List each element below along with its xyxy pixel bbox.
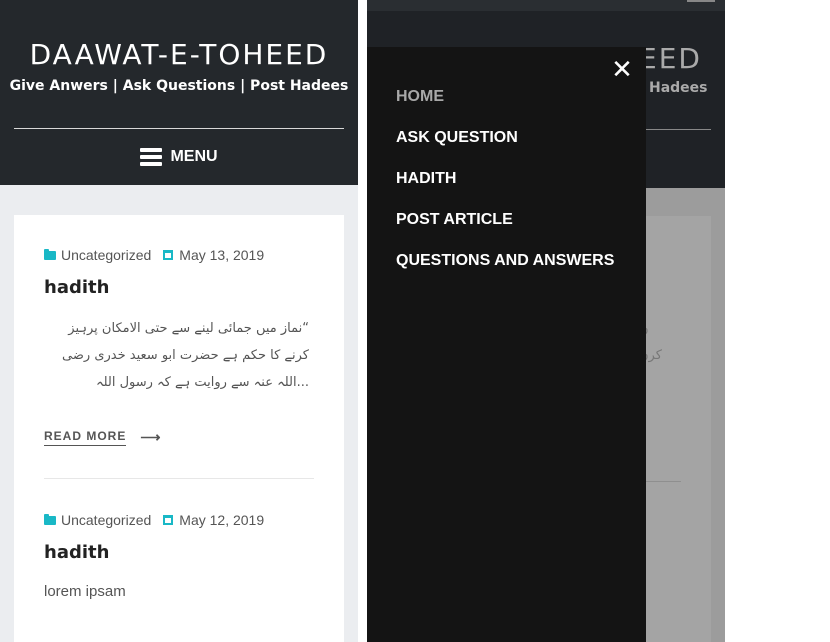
top-strip-line xyxy=(687,0,715,2)
menu-label: MENU xyxy=(170,148,218,165)
folder-icon xyxy=(44,248,56,260)
menu-toggle-button[interactable]: MENU xyxy=(0,143,358,171)
post-item: Uncategorized May 13, 2019 hadith “نماز … xyxy=(44,247,314,446)
post-excerpt: “نماز میں جمائی لینے سے حتی الامکان پرہی… xyxy=(39,315,309,396)
site-header: DAAWAT-E-TOHEED Give Anwers | Ask Questi… xyxy=(0,0,358,185)
post-divider-dimmed xyxy=(645,481,681,482)
post-date-link[interactable]: May 12, 2019 xyxy=(179,512,264,528)
post-category-link[interactable]: Uncategorized xyxy=(61,247,151,263)
header-divider-dimmed xyxy=(645,129,711,130)
page-view-menu-open: EED Hadees ن کرن ✕ HOME ASK QUESTION HAD… xyxy=(367,0,725,642)
close-icon[interactable]: ✕ xyxy=(610,57,634,83)
site-tagline-fragment: Hadees xyxy=(649,80,708,96)
drawer-item-hadith[interactable]: HADITH xyxy=(396,169,614,210)
folder-icon xyxy=(44,513,56,525)
calendar-icon xyxy=(163,515,174,525)
post-title[interactable]: hadith xyxy=(44,542,314,563)
site-title[interactable]: DAAWAT-E-TOHEED xyxy=(0,38,358,71)
read-more-label: READ MORE xyxy=(44,429,127,446)
drawer-item-post-article[interactable]: POST ARTICLE xyxy=(396,210,614,251)
post-meta: Uncategorized May 13, 2019 xyxy=(44,247,314,263)
excerpt-line: ...اللہ عنہ سے روایت ہے کہ رسول اللہ xyxy=(95,375,309,390)
site-title-fragment: EED xyxy=(639,42,702,75)
post-date-link[interactable]: May 13, 2019 xyxy=(179,247,264,263)
post-excerpt: lorem ipsam xyxy=(44,583,126,600)
drawer-item-home[interactable]: HOME xyxy=(396,87,614,128)
nav-drawer: ✕ HOME ASK QUESTION HADITH POST ARTICLE … xyxy=(367,47,646,642)
post-meta: Uncategorized May 12, 2019 xyxy=(44,512,314,528)
top-strip xyxy=(367,0,725,11)
excerpt-line: “نماز میں جمائی لینے سے حتی الامکان پرہی… xyxy=(68,321,309,336)
post-item: Uncategorized May 12, 2019 hadith lorem … xyxy=(44,512,314,600)
drawer-item-questions-and-answers[interactable]: QUESTIONS AND ANSWERS xyxy=(396,251,614,292)
calendar-icon xyxy=(163,250,174,260)
read-more-link[interactable]: READ MORE ⟶ xyxy=(44,429,314,446)
site-tagline: Give Anwers | Ask Questions | Post Hadee… xyxy=(9,78,349,94)
page-view: DAAWAT-E-TOHEED Give Anwers | Ask Questi… xyxy=(0,0,358,642)
post-title[interactable]: hadith xyxy=(44,277,314,298)
hamburger-icon xyxy=(140,148,163,166)
post-divider xyxy=(44,478,314,479)
excerpt-line: کرنے کا حکم ہے حضرت ابو سعید خدری رضی xyxy=(62,348,309,363)
post-list: Uncategorized May 13, 2019 hadith “نماز … xyxy=(14,215,344,642)
drawer-menu: HOME ASK QUESTION HADITH POST ARTICLE QU… xyxy=(396,87,614,292)
post-category-link[interactable]: Uncategorized xyxy=(61,512,151,528)
arrow-right-icon: ⟶ xyxy=(140,429,162,445)
header-divider xyxy=(14,128,344,129)
drawer-item-ask-question[interactable]: ASK QUESTION xyxy=(396,128,614,169)
